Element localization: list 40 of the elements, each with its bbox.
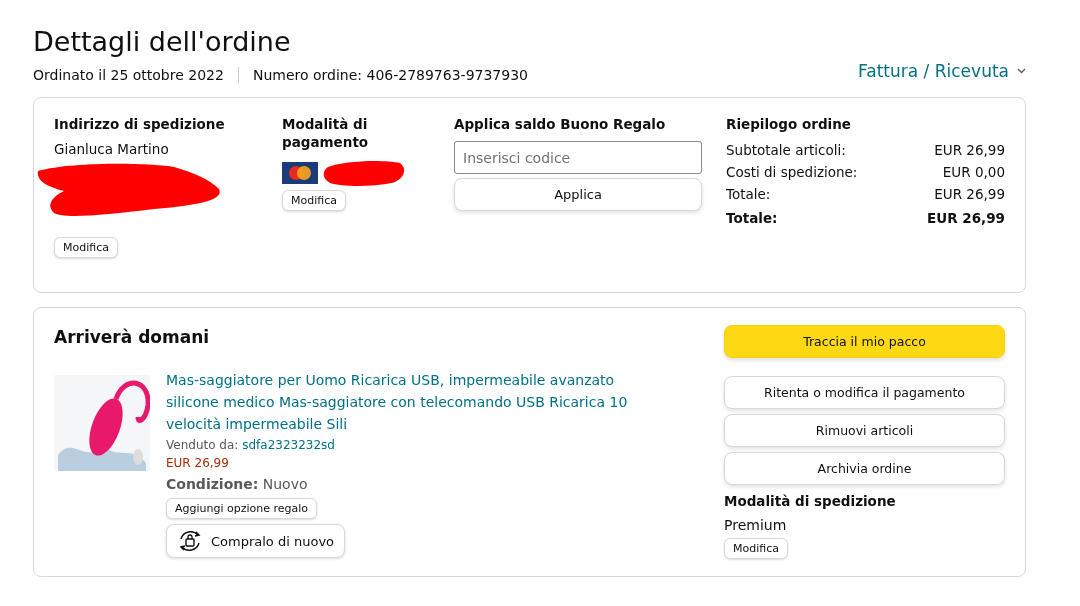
seller-label: Venduto da:	[166, 438, 239, 452]
section-heading: Modalità di spedizione	[724, 493, 897, 509]
gift-option-button[interactable]: Aggiungi opzione regalo	[166, 498, 318, 519]
section-heading: Indirizzo di spedizione	[54, 115, 226, 133]
action-button[interactable]: Ritenta o modifica il pagamento	[724, 376, 1005, 409]
section-heading: Riepilogo ordine	[726, 115, 852, 133]
modify-button[interactable]: Modifica	[282, 190, 346, 211]
seller-link[interactable]: sdfa2323232sd	[242, 438, 335, 452]
recipient-name: Gianluca Martino	[54, 141, 170, 157]
gift-code-field[interactable]: Inserisci codice	[454, 141, 702, 174]
summary-value: EUR 26,99	[934, 141, 1005, 159]
buy-again-button[interactable]: Compralo di nuovo	[166, 524, 346, 558]
product-title-link[interactable]: Mas-saggiatore per Uomo Ricarica USB, impermeabile avanzato silicone medico Mas-saggiatore con telecomando USB Ricarica 10 velocità impermeabile Sili	[166, 369, 666, 435]
reorder-icon	[177, 529, 203, 553]
shipment-heading: Arriverà domani	[54, 327, 211, 347]
product-condition: Condizione: Nuovo	[166, 476, 309, 492]
summary-value: EUR 26,99	[927, 209, 1005, 227]
modify-button[interactable]: Modifica	[54, 237, 118, 258]
action-button[interactable]: Rimuovi articoli	[724, 414, 1005, 447]
invoice-link[interactable]: Fattura / Ricevuta	[858, 61, 1026, 81]
summary-label: Costi di spedizione:	[726, 163, 858, 181]
chevron-down-icon	[1017, 68, 1026, 74]
apply-button[interactable]: Applica	[454, 178, 702, 211]
page-title: Dettagli dell'ordine	[33, 26, 292, 57]
card-logo-icon	[282, 162, 318, 184]
summary-label: Subtotale articoli:	[726, 141, 846, 159]
section-heading: Applica saldo Buono Regalo	[454, 115, 667, 133]
product-photo[interactable]	[54, 375, 150, 471]
order-number: Numero ordine: 406-2789763-9737930	[252, 67, 528, 83]
summary-label: Totale:	[726, 209, 778, 227]
track-package-button[interactable]: Traccia il mio pacco	[724, 325, 1005, 358]
summary-label: Totale:	[726, 185, 771, 203]
section-heading: Modalità di pagamento	[282, 115, 370, 151]
summary-value: EUR 26,99	[934, 185, 1005, 203]
product-price: EUR 26,99	[166, 456, 230, 470]
modify-button[interactable]: Modifica	[724, 538, 788, 559]
summary-value: EUR 0,00	[942, 163, 1005, 181]
order-date: Ordinato il 25 ottobre 2022	[33, 67, 224, 83]
action-button[interactable]: Archivia ordine	[724, 452, 1005, 485]
shipping-method: Premium	[724, 517, 788, 533]
